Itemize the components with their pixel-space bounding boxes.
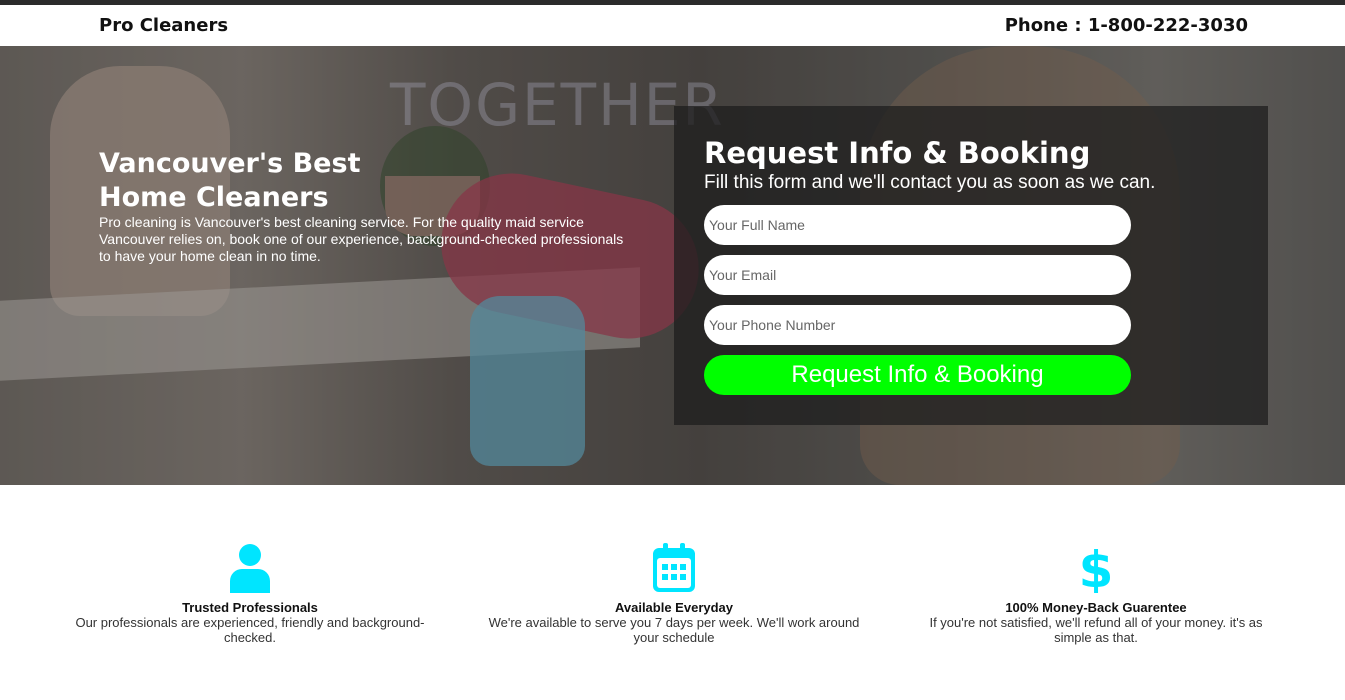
hero-description: Pro cleaning is Vancouver's best cleanin… xyxy=(99,214,624,264)
features-section: Trusted Professionals Our professionals … xyxy=(0,485,1345,700)
form-title: Request Info & Booking xyxy=(704,136,1091,170)
feature-title: Trusted Professionals xyxy=(182,600,318,615)
header: Pro Cleaners Phone : 1-800-222-3030 xyxy=(0,5,1345,46)
hero-section: TOGETHER Vancouver's Best Home Cleaners … xyxy=(0,46,1345,485)
feature-available-everyday: Available Everyday We're available to se… xyxy=(480,543,868,645)
email-input[interactable] xyxy=(704,255,1131,295)
user-icon xyxy=(230,544,270,593)
phone-number[interactable]: Phone : 1-800-222-3030 xyxy=(1005,15,1248,36)
feature-trusted-professionals: Trusted Professionals Our professionals … xyxy=(60,543,440,645)
dollar-icon: $ xyxy=(1081,543,1111,593)
full-name-input[interactable] xyxy=(704,205,1131,245)
brand-name[interactable]: Pro Cleaners xyxy=(99,15,228,36)
feature-money-back: $ 100% Money-Back Guarentee If you're no… xyxy=(918,543,1274,645)
feature-title: Available Everyday xyxy=(614,600,734,615)
phone-input[interactable] xyxy=(704,305,1131,345)
hero-title: Vancouver's Best Home Cleaners xyxy=(99,148,361,213)
booking-form: Request Info & Booking Fill this form an… xyxy=(674,106,1268,425)
feature-title: 100% Money-Back Guarentee xyxy=(1005,600,1187,615)
feature-description: We're available to serve you 7 days per … xyxy=(488,615,860,645)
svg-text:$: $ xyxy=(1081,543,1111,593)
request-booking-button[interactable]: Request Info & Booking xyxy=(704,355,1131,395)
feature-description: Our professionals are experienced, frien… xyxy=(75,615,425,645)
feature-description: If you're not satisfied, we'll refund al… xyxy=(929,615,1263,645)
form-subtitle: Fill this form and we'll contact you as … xyxy=(704,172,1156,193)
calendar-icon xyxy=(653,543,695,592)
